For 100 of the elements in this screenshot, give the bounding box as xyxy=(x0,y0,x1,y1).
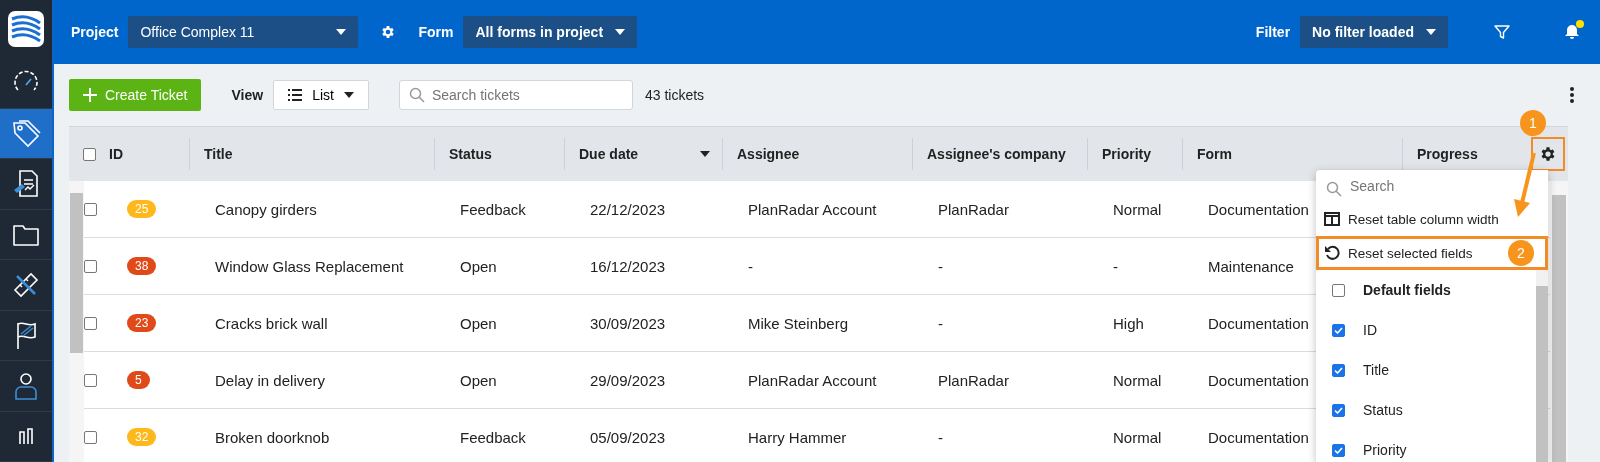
menu-search-field[interactable]: Search xyxy=(1320,170,1548,202)
id-badge: 38 xyxy=(127,257,157,275)
title-cell: Cracks brick wall xyxy=(215,314,328,332)
tag-icon[interactable] xyxy=(10,117,42,150)
scrollbar-thumb[interactable] xyxy=(70,193,83,353)
row-checkbox[interactable] xyxy=(84,430,97,444)
select-all-checkbox[interactable] xyxy=(82,147,96,161)
caret-icon xyxy=(700,151,710,157)
company-cell: PlanRadar xyxy=(938,200,1009,218)
due-date-cell: 30/09/2023 xyxy=(590,314,666,332)
view-label: View xyxy=(231,87,264,103)
caret-icon xyxy=(615,29,626,35)
id-badge: 25 xyxy=(127,200,157,218)
filter-select[interactable]: No filter loaded xyxy=(1300,16,1448,48)
title-cell: Broken doorknob xyxy=(215,428,330,446)
row-checkbox[interactable] xyxy=(84,316,97,330)
status-cell: Feedback xyxy=(460,428,526,446)
list-icon xyxy=(288,89,303,101)
column-header[interactable]: Title xyxy=(204,146,233,162)
field-label: Status xyxy=(1363,402,1403,418)
id-badge: 5 xyxy=(127,371,150,389)
id-badge: 23 xyxy=(127,314,157,332)
search-icon xyxy=(1326,181,1342,197)
caret-icon xyxy=(1426,29,1436,35)
form-select[interactable]: All forms in project xyxy=(463,16,638,48)
settings-icon[interactable] xyxy=(1539,145,1557,163)
assignee-cell: PlanRadar Account xyxy=(748,200,877,218)
assignee-cell: - xyxy=(748,257,753,275)
company-cell: PlanRadar xyxy=(938,371,1009,389)
logo-icon[interactable] xyxy=(8,11,44,48)
scrollbar-thumb[interactable] xyxy=(1536,286,1548,462)
menu-item[interactable]: Reset table column width xyxy=(1316,202,1548,236)
columns-icon xyxy=(1324,212,1340,226)
column-header[interactable]: Due date xyxy=(579,146,639,162)
caret-icon xyxy=(336,29,347,35)
field-checkbox[interactable] xyxy=(1332,283,1345,297)
field-checkbox[interactable] xyxy=(1332,443,1345,457)
field-label: Priority xyxy=(1363,442,1407,458)
filter-label: Filter xyxy=(1255,24,1291,40)
field-checkbox[interactable] xyxy=(1332,323,1345,337)
project-select[interactable]: Office Complex 11 xyxy=(128,16,359,48)
form-cell: Documentation xyxy=(1208,200,1309,218)
title-cell: Window Glass Replacement xyxy=(215,257,404,275)
assignee-cell: Harry Hammer xyxy=(748,428,847,446)
row-checkbox[interactable] xyxy=(84,259,97,273)
field-label: ID xyxy=(1363,322,1377,338)
form-cell: Maintenance xyxy=(1208,257,1294,275)
priority-cell: Normal xyxy=(1113,428,1162,446)
status-cell: Feedback xyxy=(460,200,526,218)
priority-cell: High xyxy=(1113,314,1144,332)
company-cell: - xyxy=(938,314,943,332)
undo-icon xyxy=(1324,245,1340,261)
form-cell: Documentation xyxy=(1208,314,1309,332)
search-icon xyxy=(408,87,425,103)
status-cell: Open xyxy=(460,314,497,332)
priority-cell: - xyxy=(1113,257,1118,275)
id-badge: 32 xyxy=(127,428,157,446)
column-header[interactable]: Assignee's company xyxy=(927,146,1066,162)
assignee-cell: Mike Steinberg xyxy=(748,314,849,332)
column-header[interactable]: Status xyxy=(449,146,492,162)
company-cell: - xyxy=(938,257,943,275)
annotation-arrow xyxy=(1512,151,1538,217)
plus-icon xyxy=(83,88,97,102)
caret-icon xyxy=(343,92,354,98)
status-cell: Open xyxy=(460,257,497,275)
row-checkbox[interactable] xyxy=(84,373,97,387)
assignee-cell: PlanRadar Account xyxy=(748,371,877,389)
due-date-cell: 22/12/2023 xyxy=(590,200,666,218)
column-header[interactable]: ID xyxy=(109,146,123,162)
field-checkbox[interactable] xyxy=(1332,403,1345,417)
column-header[interactable]: Priority xyxy=(1102,146,1151,162)
field-label: Default fields xyxy=(1363,282,1451,298)
due-date-cell: 29/09/2023 xyxy=(590,371,666,389)
column-header[interactable]: Assignee xyxy=(737,146,800,162)
title-cell: Canopy girders xyxy=(215,200,317,218)
column-header[interactable]: Form xyxy=(1197,146,1232,162)
column-header[interactable]: Progress xyxy=(1417,146,1478,162)
due-date-cell: 16/12/2023 xyxy=(590,257,666,275)
column-settings-button[interactable] xyxy=(1533,139,1563,169)
priority-cell: Normal xyxy=(1113,200,1162,218)
form-cell: Documentation xyxy=(1208,428,1309,446)
form-cell: Documentation xyxy=(1208,371,1309,389)
form-label: Form xyxy=(418,24,454,40)
scrollbar-thumb[interactable] xyxy=(1552,195,1566,462)
row-checkbox[interactable] xyxy=(84,202,97,216)
view-select[interactable]: List xyxy=(273,80,369,110)
more-options-icon[interactable] xyxy=(1570,87,1574,103)
priority-cell: Normal xyxy=(1113,371,1162,389)
field-label: Title xyxy=(1363,362,1389,378)
project-label: Project xyxy=(71,24,119,40)
status-cell: Open xyxy=(460,371,497,389)
title-cell: Delay in delivery xyxy=(215,371,326,389)
filter-icon[interactable] xyxy=(1494,24,1510,40)
field-checkbox[interactable] xyxy=(1332,363,1345,377)
callout-number: 1 xyxy=(1520,110,1546,136)
company-cell: - xyxy=(938,428,943,446)
search-field[interactable]: Search tickets xyxy=(398,80,633,110)
due-date-cell: 05/09/2023 xyxy=(590,428,666,446)
notification-bell-icon[interactable] xyxy=(1564,24,1580,40)
ticket-count: 43 tickets xyxy=(644,87,705,103)
